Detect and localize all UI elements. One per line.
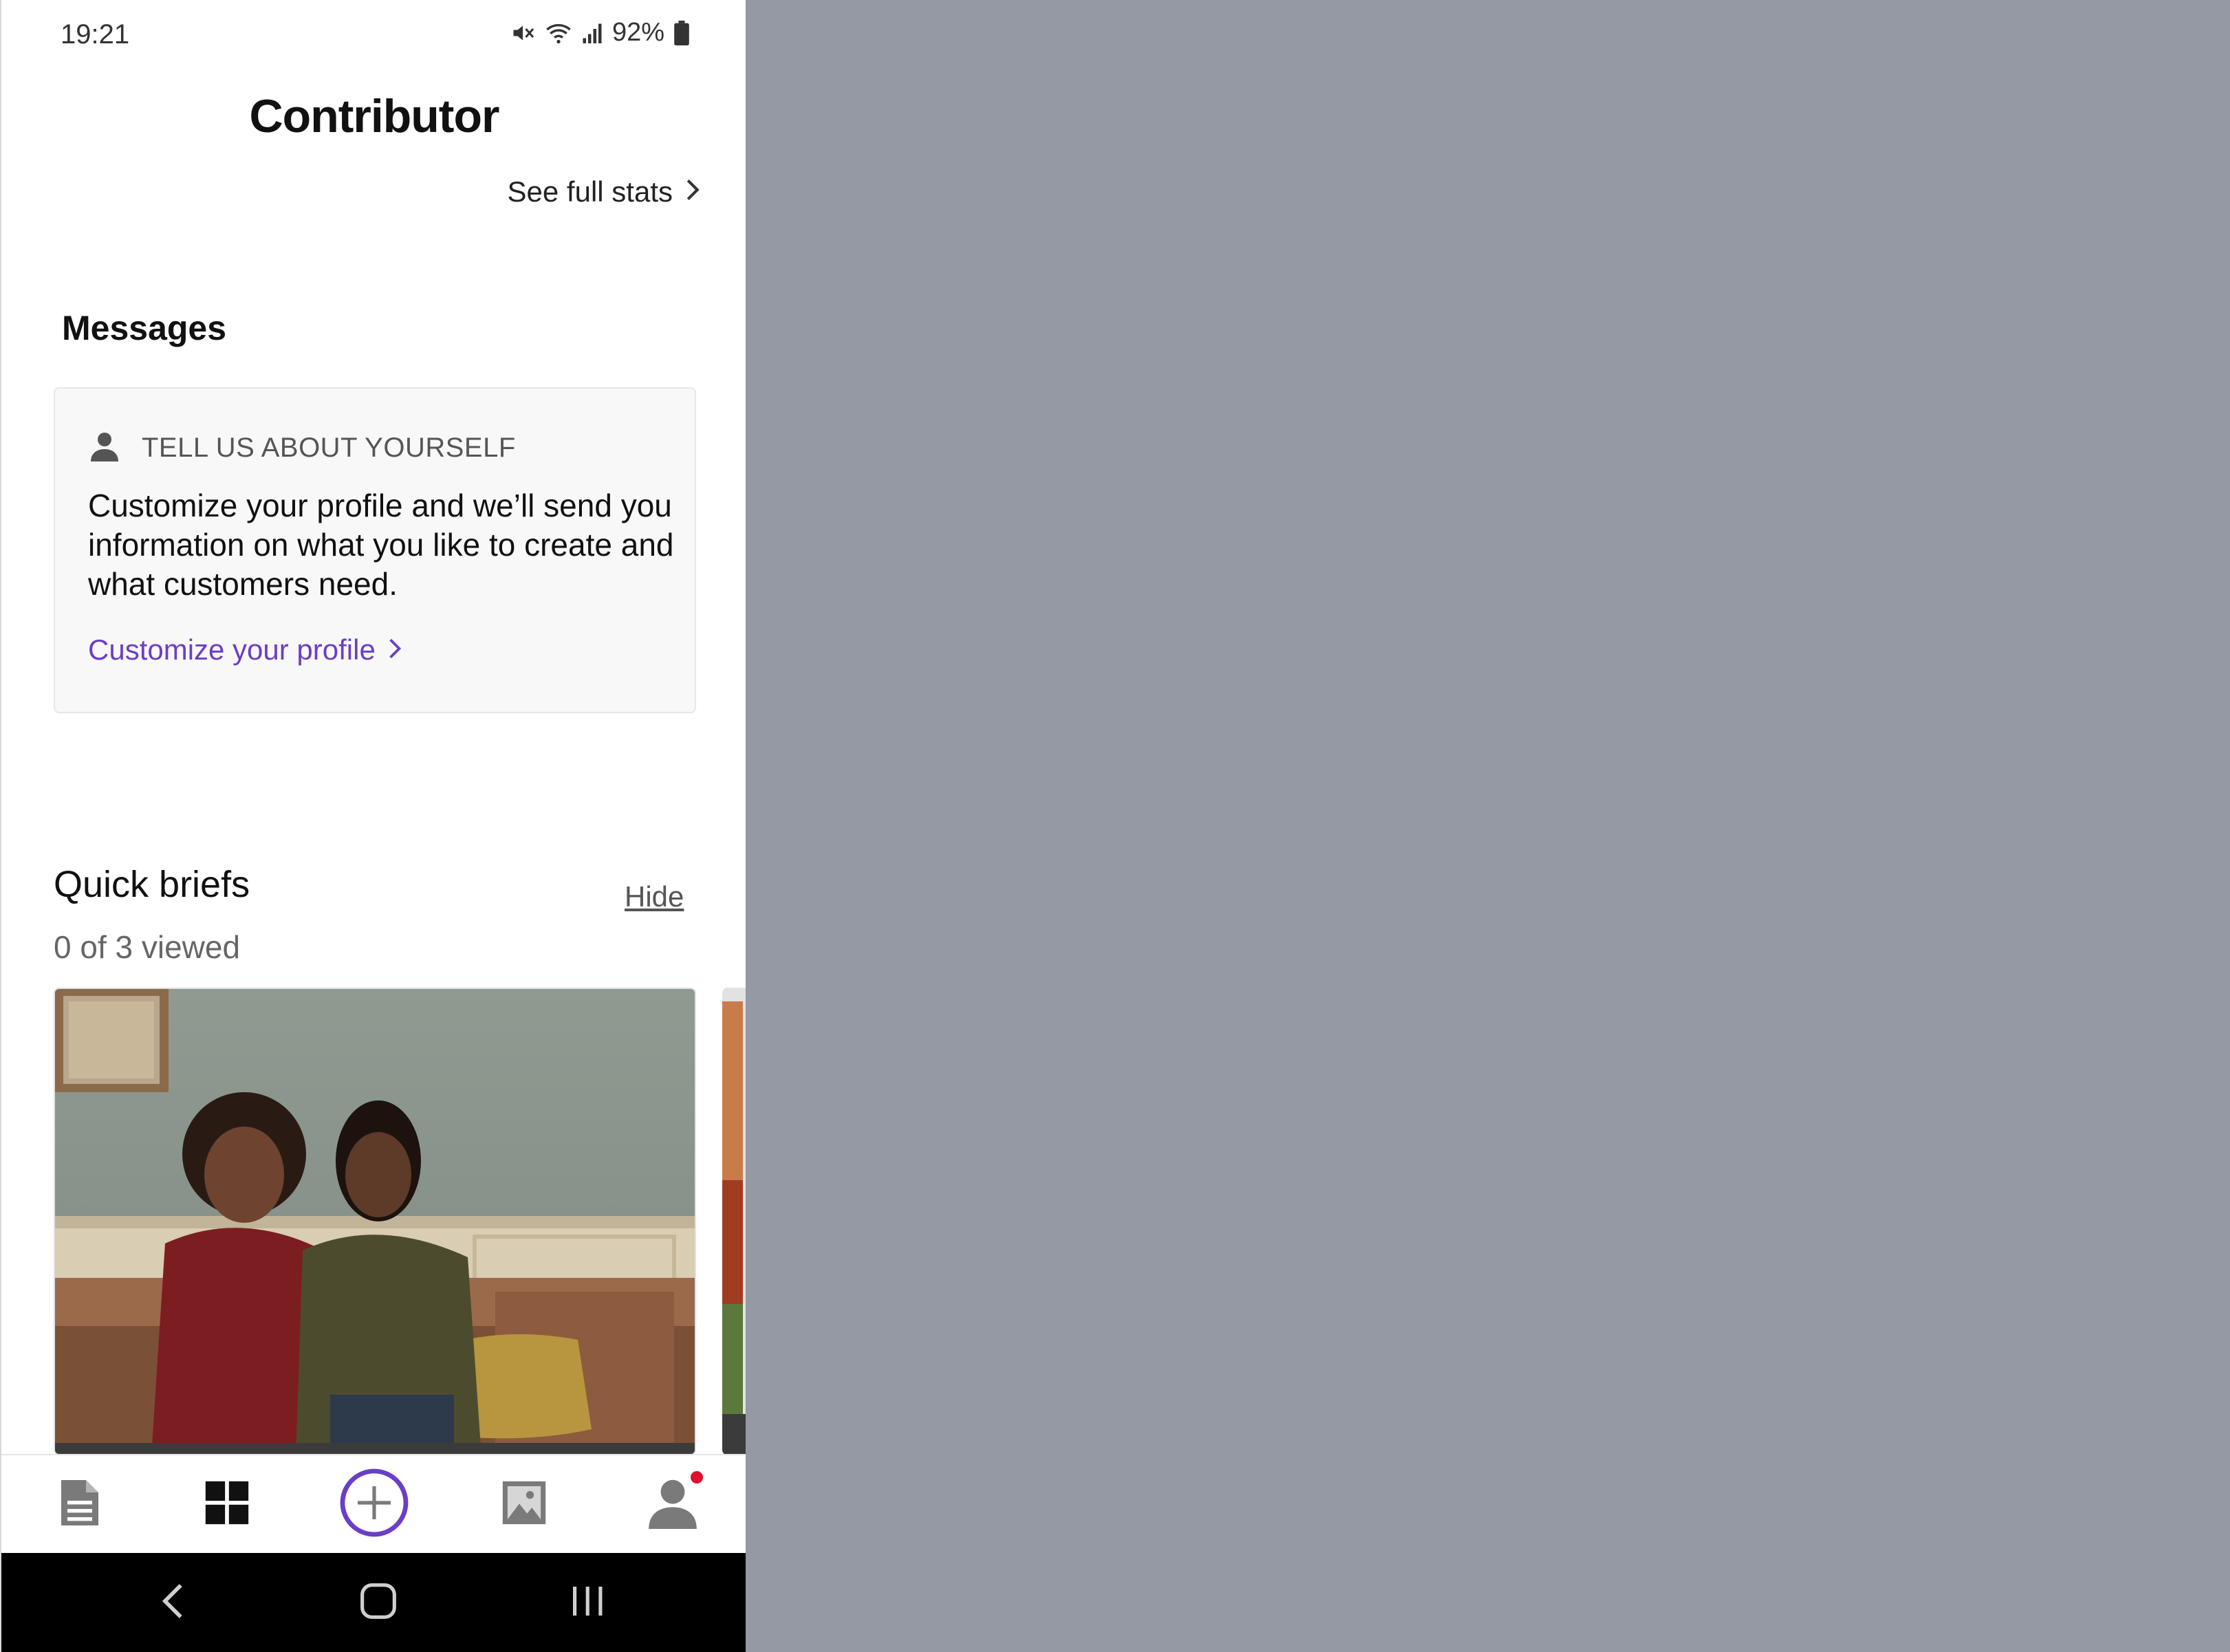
battery-icon	[674, 20, 689, 45]
dashboard-grid-icon	[204, 1479, 250, 1530]
message-card: TELL US ABOUT YOURSELF Customize your pr…	[54, 387, 696, 713]
battery-percent: 92%	[611, 18, 664, 47]
hide-briefs-link[interactable]: Hide	[625, 880, 684, 913]
quick-briefs-title: Quick briefs	[54, 864, 250, 905]
brief-card-image-next[interactable]	[722, 988, 746, 1455]
image-icon	[501, 1479, 548, 1530]
chevron-right-icon	[685, 175, 700, 208]
document-icon	[59, 1478, 100, 1531]
add-circle-icon	[338, 1467, 410, 1542]
customize-profile-label: Customize your profile	[88, 633, 376, 666]
see-full-stats-link[interactable]: See full stats	[508, 175, 700, 208]
signal-icon	[582, 21, 603, 45]
person-icon	[88, 430, 121, 466]
brief-photo-next	[722, 988, 746, 1455]
nav-item-add[interactable]	[300, 1455, 448, 1553]
see-full-stats-label: See full stats	[507, 175, 673, 208]
mute-icon	[510, 21, 535, 45]
messages-heading: Messages	[62, 309, 227, 347]
message-card-label: TELL US ABOUT YOURSELF	[142, 433, 516, 463]
system-recents-button[interactable]	[532, 1553, 642, 1652]
phone-screen: 19:21 92% Contributor See full stats Mes…	[0, 0, 746, 1652]
back-icon	[160, 1582, 184, 1624]
system-back-button[interactable]	[117, 1553, 227, 1652]
profile-icon	[647, 1470, 703, 1532]
nav-item-portfolio[interactable]	[450, 1455, 598, 1553]
bottom-nav	[1, 1454, 746, 1553]
nav-item-profile[interactable]	[598, 1455, 746, 1553]
status-time: 19:21	[61, 19, 130, 50]
home-icon	[359, 1582, 398, 1624]
system-home-button[interactable]	[323, 1553, 433, 1652]
nav-item-dashboard[interactable]	[153, 1455, 301, 1553]
recents-icon	[568, 1582, 607, 1624]
brief-card-image[interactable]	[54, 988, 696, 1455]
chevron-right-icon	[388, 633, 402, 666]
message-card-header: TELL US ABOUT YOURSELF	[88, 430, 516, 466]
status-icons: 92%	[510, 18, 689, 47]
brief-photo	[55, 989, 695, 1454]
wifi-icon	[545, 21, 572, 45]
message-card-body: Customize your profile and we’ll send yo…	[88, 488, 674, 602]
system-nav-bar	[1, 1553, 746, 1652]
quick-briefs-progress: 0 of 3 viewed	[54, 929, 241, 965]
notification-dot	[691, 1470, 703, 1483]
customize-profile-link[interactable]: Customize your profile	[88, 633, 402, 666]
page-title: Contributor	[249, 90, 500, 142]
nav-item-briefs[interactable]	[6, 1455, 154, 1553]
